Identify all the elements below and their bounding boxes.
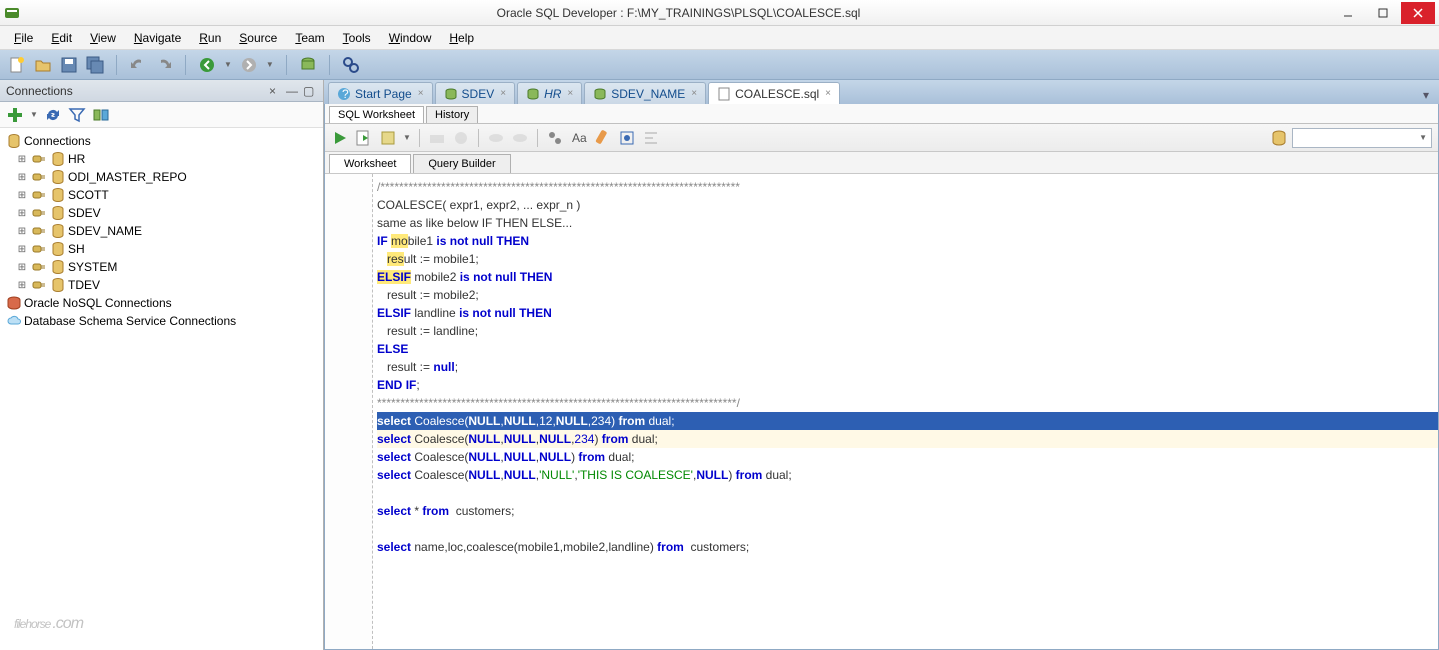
tab-icon [717,87,731,101]
sql-tuning-icon[interactable] [452,129,470,147]
code-content[interactable]: /***************************************… [373,174,1438,649]
menu-help[interactable]: Help [441,28,482,48]
format-icon[interactable] [642,129,660,147]
tns-icon[interactable] [92,106,110,124]
window-title: Oracle SQL Developer : F:\MY_TRAININGS\P… [26,6,1331,20]
open-icon[interactable] [34,56,52,74]
doc-tab-hr[interactable]: HR× [517,82,582,104]
history-tab[interactable]: History [426,106,478,123]
menu-navigate[interactable]: Navigate [126,28,189,48]
schema-service-connections[interactable]: Database Schema Service Connections [2,312,321,330]
connections-toolbar: ▼ [0,102,323,128]
undo-icon[interactable] [129,56,147,74]
close-tab-icon[interactable]: × [500,88,506,99]
tab-icon [526,87,540,101]
menu-team[interactable]: Team [287,28,332,48]
document-tabs: ?Start Page×SDEV×HR×SDEV_NAME×COALESCE.s… [324,80,1439,104]
sql-history-icon[interactable] [618,129,636,147]
app-icon [4,5,20,21]
redo-icon[interactable] [155,56,173,74]
clear-icon[interactable] [594,129,612,147]
run-script-icon[interactable] [355,129,373,147]
connection-selector[interactable]: ▼ [1292,128,1432,148]
unshared-worksheet-icon[interactable] [546,129,564,147]
sql-worksheet-tab[interactable]: SQL Worksheet [329,106,424,123]
svg-text:?: ? [342,87,349,101]
connection-tdev[interactable]: ⊞TDEV [2,276,321,294]
close-tab-icon[interactable]: × [418,88,424,99]
doc-tab-start-page[interactable]: ?Start Page× [328,82,433,104]
menu-source[interactable]: Source [231,28,285,48]
minimize-button[interactable] [1331,2,1365,24]
editor-gutter [325,174,373,649]
close-tab-icon[interactable]: × [825,88,831,99]
commit-icon[interactable] [487,129,505,147]
close-tab-icon[interactable]: × [691,88,697,99]
panel-minimize-icon[interactable]: — [286,84,300,98]
tabs-overflow-icon[interactable]: ▾ [1417,86,1435,104]
connection-sh[interactable]: ⊞SH [2,240,321,258]
doc-tab-coalesce-sql[interactable]: COALESCE.sql× [708,82,840,104]
connections-panel-title: Connections [6,84,266,98]
new-icon[interactable] [8,56,26,74]
maximize-button[interactable] [1366,2,1400,24]
autotrace-icon[interactable] [428,129,446,147]
doc-tab-sdev-name[interactable]: SDEV_NAME× [584,82,706,104]
svg-text:Aa: Aa [572,131,587,145]
tab-icon [593,87,607,101]
menu-edit[interactable]: Edit [43,28,80,48]
query-builder-tab[interactable]: Query Builder [413,154,510,173]
worksheet-toolbar: ▼ Aa ▼ [325,124,1438,152]
worksheet-editor-tab[interactable]: Worksheet [329,154,411,173]
close-button[interactable] [1401,2,1435,24]
explain-plan-icon[interactable] [379,129,397,147]
menu-run[interactable]: Run [191,28,229,48]
connections-tree[interactable]: Connections⊞HR⊞ODI_MASTER_REPO⊞SCOTT⊞SDE… [0,128,323,650]
find-icon[interactable] [342,56,360,74]
connection-hr[interactable]: ⊞HR [2,150,321,168]
connection-sdev[interactable]: ⊞SDEV [2,204,321,222]
menu-file[interactable]: File [6,28,41,48]
filter-icon[interactable] [68,106,86,124]
connection-odi_master_repo[interactable]: ⊞ODI_MASTER_REPO [2,168,321,186]
title-bar: Oracle SQL Developer : F:\MY_TRAININGS\P… [0,0,1439,26]
menu-bar: FileEditViewNavigateRunSourceTeamToolsWi… [0,26,1439,50]
forward-icon[interactable] [240,56,258,74]
panel-restore-icon[interactable]: ▢ [303,84,317,98]
editor-area: ?Start Page×SDEV×HR×SDEV_NAME×COALESCE.s… [324,80,1439,650]
run-icon[interactable] [331,129,349,147]
add-connection-icon[interactable] [6,106,24,124]
save-icon[interactable] [60,56,78,74]
connections-sidebar: Connections × — ▢ ▼ Connections⊞HR⊞ODI_M… [0,80,324,650]
refresh-icon[interactable] [44,106,62,124]
tab-icon [444,87,458,101]
rollback-icon[interactable] [511,129,529,147]
to-uppercase-icon[interactable]: Aa [570,129,588,147]
database-icon [1270,129,1288,147]
connections-panel-header: Connections × — ▢ [0,80,323,102]
tab-icon: ? [337,87,351,101]
main-toolbar: ▼ ▼ [0,50,1439,80]
save-all-icon[interactable] [86,56,104,74]
panel-close-icon[interactable]: × [269,84,283,98]
connection-system[interactable]: ⊞SYSTEM [2,258,321,276]
menu-tools[interactable]: Tools [335,28,379,48]
back-icon[interactable] [198,56,216,74]
sql-worksheet-icon[interactable] [299,56,317,74]
connection-sdev_name[interactable]: ⊞SDEV_NAME [2,222,321,240]
doc-tab-sdev[interactable]: SDEV× [435,82,516,104]
close-tab-icon[interactable]: × [567,88,573,99]
editor-mode-tabs: Worksheet Query Builder [325,152,1438,174]
menu-window[interactable]: Window [381,28,440,48]
connection-scott[interactable]: ⊞SCOTT [2,186,321,204]
worksheet-history-tabs: SQL Worksheet History [325,104,1438,124]
nosql-connections[interactable]: Oracle NoSQL Connections [2,294,321,312]
menu-view[interactable]: View [82,28,124,48]
connections-root[interactable]: Connections [2,132,321,150]
code-editor[interactable]: /***************************************… [325,174,1438,649]
